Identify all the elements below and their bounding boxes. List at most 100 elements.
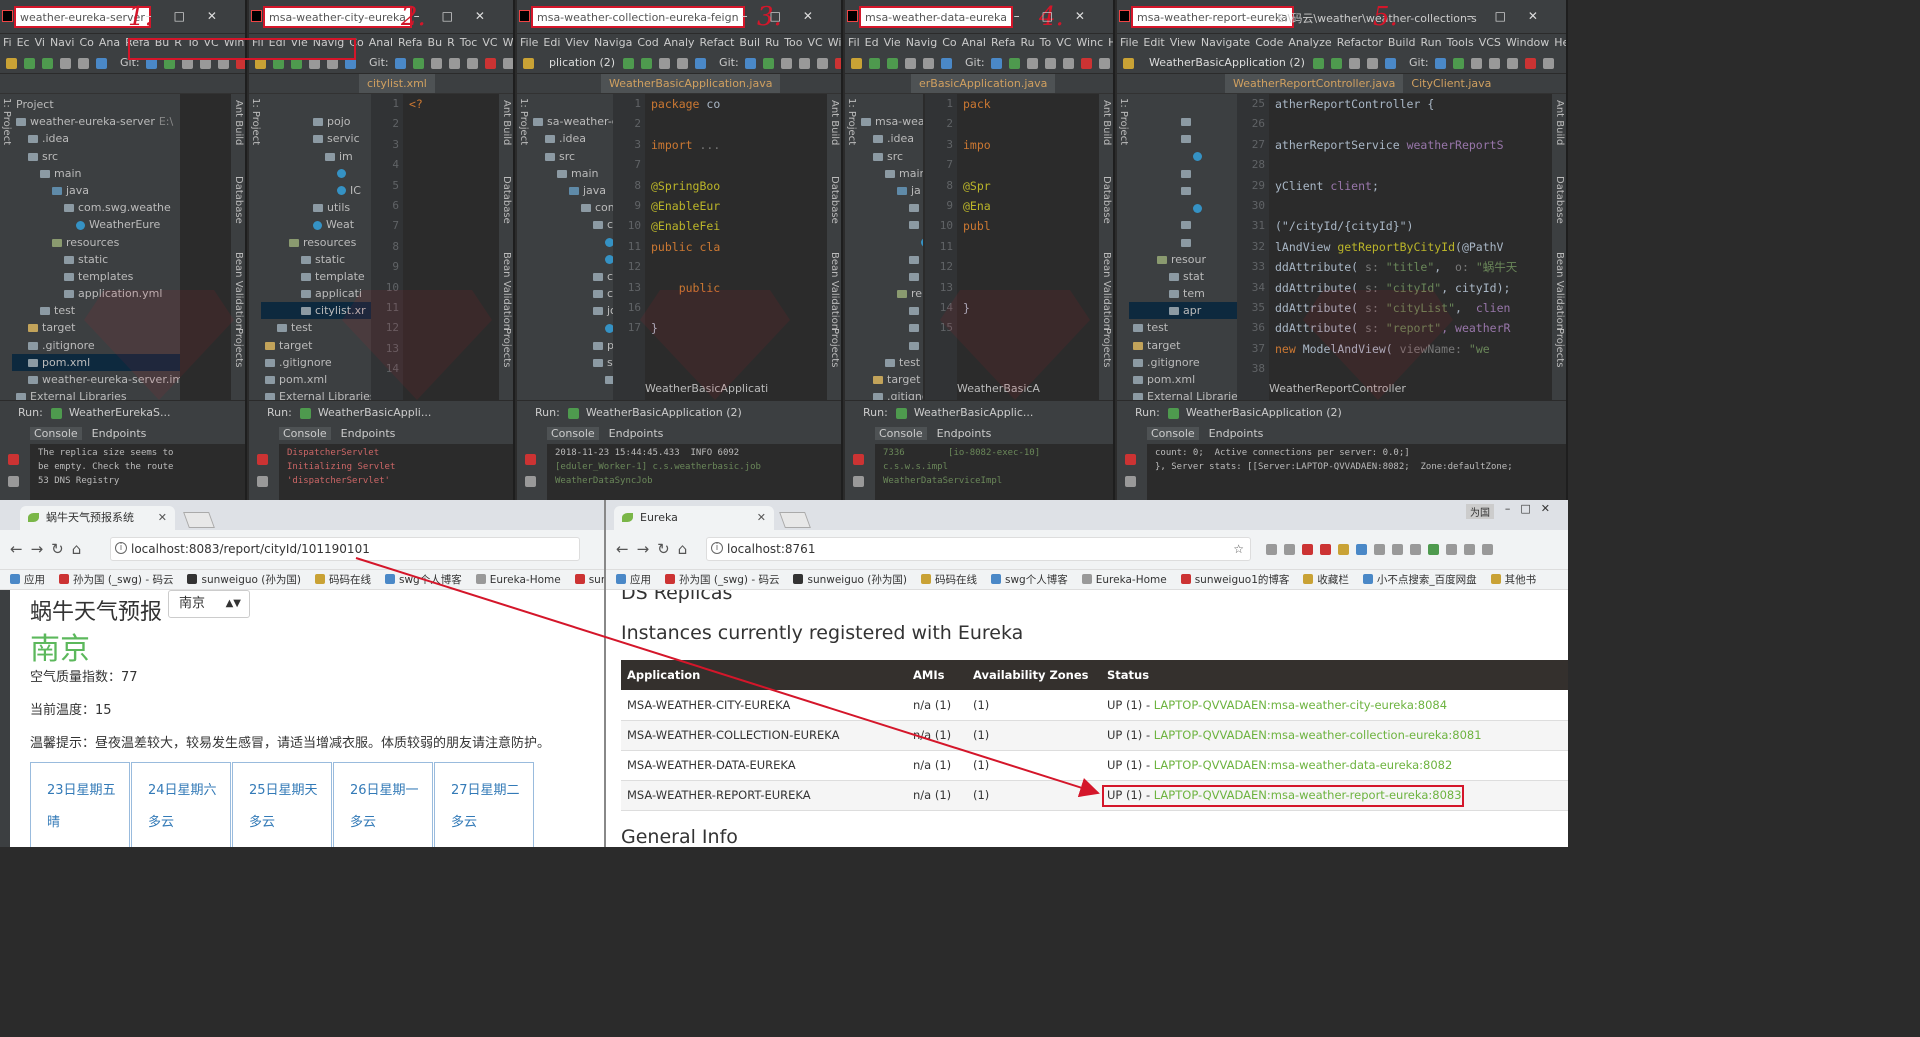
menu-item[interactable]: Analyze bbox=[1288, 36, 1331, 49]
address-bar[interactable]: i localhost:8761 ☆ bbox=[706, 537, 1251, 561]
toolbar-icon[interactable] bbox=[923, 57, 934, 69]
instance-link[interactable]: LAPTOP-QVVADAEN:msa-weather-data-eureka:… bbox=[1154, 758, 1453, 772]
tree-item[interactable] bbox=[261, 96, 371, 113]
menu-item[interactable]: Viev bbox=[565, 36, 589, 49]
tree-item[interactable]: main bbox=[12, 165, 180, 182]
menu-item[interactable]: Edit bbox=[1143, 36, 1164, 49]
tree-item[interactable]: V bbox=[529, 388, 613, 400]
tree-item[interactable]: Qua bbox=[529, 234, 613, 251]
menu-item[interactable]: R bbox=[447, 36, 455, 49]
toolbar-icon[interactable] bbox=[798, 57, 810, 69]
tree-item[interactable]: resources bbox=[261, 234, 371, 251]
pause-icon[interactable] bbox=[257, 476, 268, 487]
tool-window-label[interactable]: Bean Validation bbox=[233, 252, 244, 330]
run-config-select[interactable]: WeatherBasicApplication (2) bbox=[1149, 52, 1305, 73]
endpoints-tab[interactable]: Endpoints bbox=[609, 427, 664, 440]
stop-icon[interactable] bbox=[8, 454, 19, 465]
menu-item[interactable]: Vie bbox=[884, 36, 901, 49]
menu-item[interactable]: Refa bbox=[398, 36, 423, 49]
tool-window-label[interactable]: Ant Build bbox=[233, 100, 244, 145]
tree-item[interactable]: Weat bbox=[261, 216, 371, 233]
bookmark-item[interactable]: 码码在线 bbox=[315, 570, 371, 589]
toolbar-icon[interactable] bbox=[24, 57, 35, 69]
stop-icon[interactable] bbox=[525, 454, 536, 465]
menu-item[interactable]: Cod bbox=[637, 36, 658, 49]
tree-item[interactable] bbox=[1129, 96, 1237, 113]
address-bar[interactable]: i localhost:8083/report/cityId/101190101 bbox=[110, 537, 580, 561]
menu-item[interactable]: Ru bbox=[1020, 36, 1034, 49]
menu-item[interactable]: Refact bbox=[700, 36, 735, 49]
tool-window-label[interactable]: Ant Build bbox=[1554, 100, 1565, 145]
pause-icon[interactable] bbox=[1125, 476, 1136, 487]
toolbar-icon[interactable] bbox=[484, 57, 496, 69]
tree-item[interactable] bbox=[857, 337, 923, 354]
toolbar-icon[interactable] bbox=[1312, 57, 1324, 69]
run-config-name[interactable]: WeatherBasicApplication (2) bbox=[586, 406, 742, 419]
tree-item[interactable]: utils bbox=[261, 199, 371, 216]
toolbar-icon[interactable] bbox=[1488, 57, 1500, 69]
tree-item[interactable] bbox=[857, 302, 923, 319]
menu-item[interactable]: Build bbox=[1388, 36, 1416, 49]
toolbar-icon[interactable] bbox=[523, 57, 534, 69]
project-tool-label[interactable]: 1: Project bbox=[1118, 98, 1129, 145]
tree-item[interactable]: servic bbox=[261, 130, 371, 147]
console-tab[interactable]: Console bbox=[30, 427, 82, 440]
tool-window-label[interactable]: Database bbox=[501, 176, 512, 224]
new-tab-button[interactable] bbox=[779, 512, 811, 528]
tool-window-label[interactable]: Bean Validation bbox=[1554, 252, 1565, 330]
toolbar-icon[interactable] bbox=[1062, 57, 1074, 69]
toolbar-icon[interactable] bbox=[1524, 57, 1536, 69]
tree-item[interactable] bbox=[529, 96, 613, 113]
city-select[interactable]: 南京 ▲▼ bbox=[168, 590, 250, 618]
bookmark-item[interactable]: Eureka-Home bbox=[475, 570, 561, 589]
toolbar-icon[interactable] bbox=[1098, 57, 1110, 69]
toolbar-icon[interactable] bbox=[695, 57, 707, 69]
tree-item[interactable] bbox=[857, 234, 923, 251]
tool-window-label[interactable]: Database bbox=[1554, 176, 1565, 224]
tree-item[interactable]: External Librarie bbox=[1129, 388, 1237, 400]
tool-window-label[interactable]: Maven Projects bbox=[501, 328, 513, 400]
pause-icon[interactable] bbox=[853, 476, 864, 487]
run-config-name[interactable]: WeatherBasicApplication (2) bbox=[1186, 406, 1342, 419]
stop-icon[interactable] bbox=[1125, 454, 1136, 465]
tree-item[interactable] bbox=[857, 96, 923, 113]
toolbar-icon[interactable] bbox=[677, 57, 689, 69]
tree-item[interactable]: src bbox=[857, 148, 923, 165]
bookmark-item[interactable]: 孙为国 (_swg) - 码云 bbox=[665, 570, 779, 589]
tree-item[interactable]: target bbox=[857, 371, 923, 388]
editor-tab[interactable]: citylist.xml bbox=[359, 74, 435, 93]
tree-item[interactable]: test bbox=[1129, 319, 1237, 336]
tree-item[interactable] bbox=[261, 165, 371, 182]
menu-item[interactable]: File bbox=[520, 36, 538, 49]
tree-item[interactable]: Wea bbox=[529, 319, 613, 336]
menu-item[interactable]: Run bbox=[1421, 36, 1442, 49]
toolbar-icon[interactable] bbox=[60, 57, 71, 69]
close-tab-icon[interactable]: ✕ bbox=[158, 506, 167, 530]
toolbar-icon[interactable] bbox=[887, 57, 898, 69]
star-icon[interactable]: ☆ bbox=[1233, 538, 1244, 560]
toolbar-icon[interactable] bbox=[430, 57, 442, 69]
close-tab-icon[interactable]: ✕ bbox=[757, 506, 766, 530]
toolbar-icon[interactable] bbox=[641, 57, 653, 69]
tree-item[interactable]: Res bbox=[529, 251, 613, 268]
menu-item[interactable]: Ru bbox=[765, 36, 779, 49]
tree-item[interactable]: .idea bbox=[857, 130, 923, 147]
tree-item[interactable] bbox=[857, 268, 923, 285]
menu-item[interactable]: Windc bbox=[828, 36, 841, 49]
stop-icon[interactable] bbox=[853, 454, 864, 465]
menu-item[interactable]: Naviga bbox=[594, 36, 632, 49]
tree-item[interactable]: pojo bbox=[529, 337, 613, 354]
tree-item[interactable]: service bbox=[529, 354, 613, 371]
toolbar-icon[interactable] bbox=[394, 57, 406, 69]
bookmark-item[interactable]: 应用 bbox=[616, 570, 651, 589]
tree-item[interactable]: src bbox=[529, 148, 613, 165]
menu-item[interactable]: Ec bbox=[17, 36, 30, 49]
tree-item[interactable] bbox=[1129, 182, 1237, 199]
tree-item[interactable]: java bbox=[529, 182, 613, 199]
toolbar-icon[interactable] bbox=[1506, 57, 1518, 69]
toolbar-icon[interactable] bbox=[6, 57, 17, 69]
menu-item[interactable]: Navigate bbox=[1201, 36, 1250, 49]
menu-item[interactable]: Anal bbox=[962, 36, 986, 49]
tree-item[interactable]: im bbox=[261, 148, 371, 165]
toolbar-icon[interactable] bbox=[412, 57, 424, 69]
